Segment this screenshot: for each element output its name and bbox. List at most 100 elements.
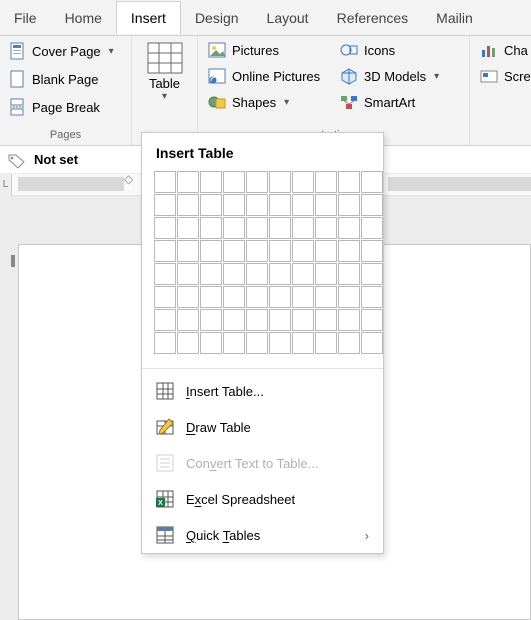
grid-cell[interactable] xyxy=(315,309,337,331)
grid-cell[interactable] xyxy=(177,171,199,193)
grid-cell[interactable] xyxy=(361,332,383,354)
grid-cell[interactable] xyxy=(223,194,245,216)
draw-table-item[interactable]: Draw Table xyxy=(142,409,383,445)
grid-cell[interactable] xyxy=(246,171,268,193)
chart-button[interactable]: Cha xyxy=(478,40,522,60)
tab-layout[interactable]: Layout xyxy=(253,2,323,34)
grid-cell[interactable] xyxy=(292,263,314,285)
grid-cell[interactable] xyxy=(292,286,314,308)
grid-cell[interactable] xyxy=(361,217,383,239)
grid-cell[interactable] xyxy=(315,286,337,308)
grid-cell[interactable] xyxy=(361,240,383,262)
online-pictures-button[interactable]: Online Pictures xyxy=(206,66,324,86)
grid-cell[interactable] xyxy=(154,286,176,308)
grid-cell[interactable] xyxy=(361,194,383,216)
grid-cell[interactable] xyxy=(223,286,245,308)
tab-insert[interactable]: Insert xyxy=(116,1,181,34)
grid-cell[interactable] xyxy=(361,263,383,285)
grid-cell[interactable] xyxy=(223,263,245,285)
grid-cell[interactable] xyxy=(269,171,291,193)
grid-cell[interactable] xyxy=(338,240,360,262)
tab-file[interactable]: File xyxy=(0,2,51,34)
grid-cell[interactable] xyxy=(154,309,176,331)
grid-cell[interactable] xyxy=(292,194,314,216)
grid-cell[interactable] xyxy=(269,332,291,354)
cover-page-button[interactable]: Cover Page ▾ xyxy=(8,40,123,62)
grid-cell[interactable] xyxy=(177,263,199,285)
tab-home[interactable]: Home xyxy=(51,2,116,34)
grid-cell[interactable] xyxy=(292,217,314,239)
grid-cell[interactable] xyxy=(269,263,291,285)
grid-cell[interactable] xyxy=(177,309,199,331)
grid-cell[interactable] xyxy=(246,332,268,354)
grid-cell[interactable] xyxy=(154,217,176,239)
indent-marker-icon[interactable]: ◇ xyxy=(124,172,133,186)
grid-cell[interactable] xyxy=(315,332,337,354)
grid-cell[interactable] xyxy=(177,217,199,239)
grid-cell[interactable] xyxy=(154,240,176,262)
grid-cell[interactable] xyxy=(292,309,314,331)
tab-references[interactable]: References xyxy=(323,2,423,34)
screenshot-button[interactable]: Scre xyxy=(478,66,522,86)
excel-spreadsheet-item[interactable]: X Excel Spreadsheet xyxy=(142,481,383,517)
grid-cell[interactable] xyxy=(200,263,222,285)
pictures-button[interactable]: Pictures xyxy=(206,40,324,60)
table-button[interactable]: Table ▾ xyxy=(137,40,193,104)
grid-cell[interactable] xyxy=(154,194,176,216)
insert-table-item[interactable]: Insert Table... xyxy=(142,373,383,409)
grid-cell[interactable] xyxy=(338,332,360,354)
page-break-button[interactable]: Page Break xyxy=(8,96,123,118)
grid-cell[interactable] xyxy=(338,286,360,308)
grid-cell[interactable] xyxy=(246,217,268,239)
smartart-button[interactable]: SmartArt xyxy=(338,92,417,112)
icons-button[interactable]: Icons xyxy=(338,40,397,60)
grid-cell[interactable] xyxy=(338,309,360,331)
grid-cell[interactable] xyxy=(338,263,360,285)
grid-cell[interactable] xyxy=(200,171,222,193)
grid-cell[interactable] xyxy=(246,194,268,216)
grid-cell[interactable] xyxy=(200,194,222,216)
grid-cell[interactable] xyxy=(154,171,176,193)
blank-page-button[interactable]: Blank Page xyxy=(8,68,123,90)
grid-cell[interactable] xyxy=(338,171,360,193)
grid-cell[interactable] xyxy=(177,332,199,354)
grid-cell[interactable] xyxy=(223,309,245,331)
grid-cell[interactable] xyxy=(223,171,245,193)
grid-cell[interactable] xyxy=(315,217,337,239)
grid-cell[interactable] xyxy=(269,309,291,331)
shapes-button[interactable]: Shapes ▾ xyxy=(206,92,324,112)
grid-cell[interactable] xyxy=(292,332,314,354)
tab-mailings[interactable]: Mailin xyxy=(422,2,487,34)
grid-cell[interactable] xyxy=(246,286,268,308)
grid-cell[interactable] xyxy=(269,217,291,239)
grid-cell[interactable] xyxy=(246,263,268,285)
grid-cell[interactable] xyxy=(269,194,291,216)
3d-models-button[interactable]: 3D Models ▾ xyxy=(338,66,441,86)
grid-cell[interactable] xyxy=(177,286,199,308)
grid-cell[interactable] xyxy=(223,332,245,354)
grid-cell[interactable] xyxy=(269,240,291,262)
tab-design[interactable]: Design xyxy=(181,2,253,34)
grid-cell[interactable] xyxy=(177,240,199,262)
grid-cell[interactable] xyxy=(200,286,222,308)
table-size-grid[interactable] xyxy=(142,171,383,364)
quick-tables-item[interactable]: Quick Tables › xyxy=(142,517,383,553)
grid-cell[interactable] xyxy=(338,194,360,216)
grid-cell[interactable] xyxy=(200,332,222,354)
grid-cell[interactable] xyxy=(223,217,245,239)
grid-cell[interactable] xyxy=(154,263,176,285)
grid-cell[interactable] xyxy=(315,171,337,193)
grid-cell[interactable] xyxy=(154,332,176,354)
grid-cell[interactable] xyxy=(223,240,245,262)
grid-cell[interactable] xyxy=(361,286,383,308)
grid-cell[interactable] xyxy=(246,309,268,331)
grid-cell[interactable] xyxy=(315,240,337,262)
grid-cell[interactable] xyxy=(200,309,222,331)
grid-cell[interactable] xyxy=(292,171,314,193)
grid-cell[interactable] xyxy=(338,217,360,239)
grid-cell[interactable] xyxy=(315,263,337,285)
grid-cell[interactable] xyxy=(246,240,268,262)
grid-cell[interactable] xyxy=(361,171,383,193)
grid-cell[interactable] xyxy=(361,309,383,331)
grid-cell[interactable] xyxy=(292,240,314,262)
